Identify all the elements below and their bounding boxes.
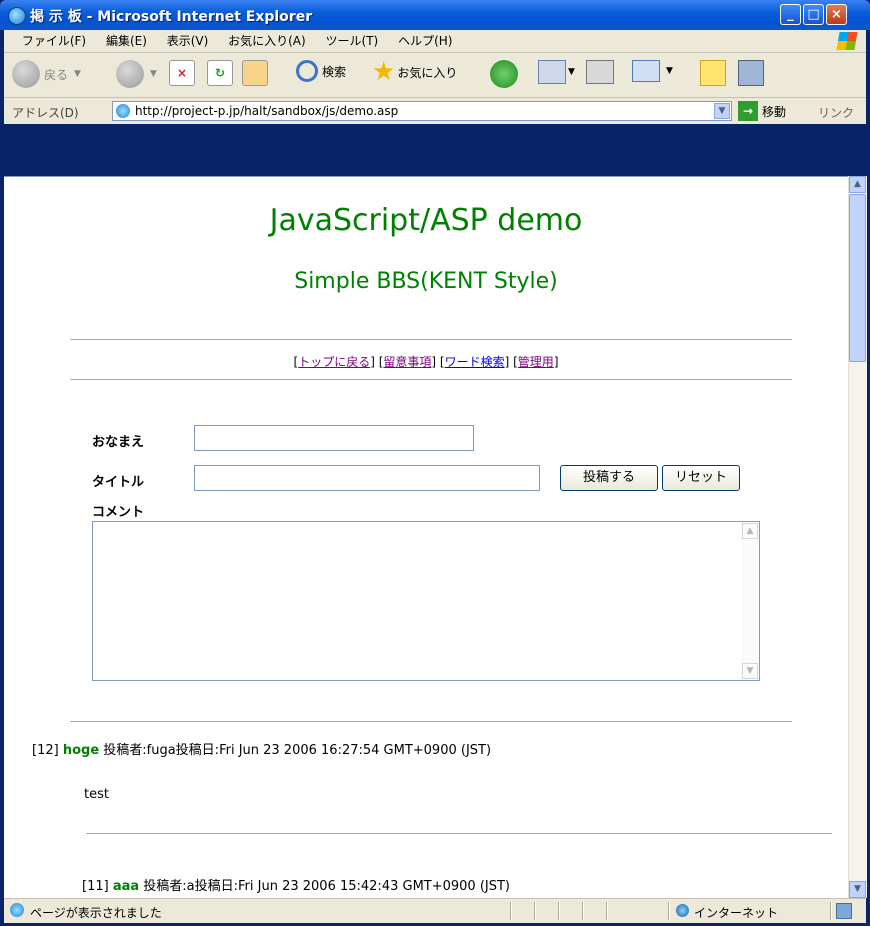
name-label: おなまえ <box>92 435 145 450</box>
minimize-button[interactable]: _ <box>780 4 801 25</box>
post-number: [12] <box>32 743 59 758</box>
search-icon <box>296 60 318 82</box>
forward-dropdown-icon[interactable]: ▼ <box>150 69 157 79</box>
links-label[interactable]: リンク <box>818 104 854 121</box>
print-icon[interactable] <box>586 60 614 84</box>
maximize-button[interactable]: □ <box>803 4 824 25</box>
title-bar: 掲 示 板 - Microsoft Internet Explorer _ □ … <box>0 0 870 30</box>
scroll-up-icon[interactable]: ▲ <box>742 523 758 539</box>
post-number: [11] <box>82 879 109 894</box>
messenger-icon[interactable] <box>738 60 764 86</box>
title-label: タイトル <box>92 475 145 490</box>
back-arrow-icon <box>12 60 40 88</box>
internet-zone-icon <box>676 904 689 917</box>
link-top[interactable]: トップに戻る <box>298 355 370 369</box>
title-input[interactable] <box>194 465 540 491</box>
home-icon[interactable] <box>242 60 268 86</box>
refresh-icon[interactable]: ↻ <box>207 60 233 86</box>
reset-button[interactable]: リセット <box>662 465 740 491</box>
history-icon[interactable] <box>490 60 518 88</box>
menu-bar: ファイル(F) 編集(E) 表示(V) お気に入り(A) ツール(T) ヘルプ(… <box>4 30 866 53</box>
standard-toolbar: 戻る ▼ ▼ × ↻ 検索 ★ お気に入り ▼ ▼ <box>4 53 866 98</box>
status-bar: ページが表示されました インターネット <box>4 898 866 923</box>
divider <box>70 379 792 381</box>
scroll-down-icon[interactable]: ▼ <box>849 881 866 898</box>
menu-edit[interactable]: 編集(E) <box>98 30 155 52</box>
comment-label: コメント <box>92 505 145 520</box>
forward-button[interactable]: ▼ <box>116 60 157 88</box>
browser-chrome: ファイル(F) 編集(E) 表示(V) お気に入り(A) ツール(T) ヘルプ(… <box>4 30 866 124</box>
page-icon <box>116 104 130 118</box>
post-meta: 投稿者:fuga投稿日:Fri Jun 23 2006 16:27:54 GMT… <box>99 743 492 758</box>
mail-icon <box>538 60 566 84</box>
go-button[interactable]: → 移動 <box>738 101 786 121</box>
post-header: [11] aaa 投稿者:a投稿日:Fri Jun 23 2006 15:42:… <box>82 875 510 894</box>
search-button[interactable]: 検索 <box>296 60 346 82</box>
back-button[interactable]: 戻る ▼ <box>12 60 81 88</box>
back-label: 戻る <box>44 67 69 82</box>
divider <box>70 339 792 341</box>
address-label: アドレス(D) <box>12 106 79 120</box>
menu-tools[interactable]: ツール(T) <box>318 30 387 52</box>
stop-icon[interactable]: × <box>169 60 195 86</box>
edit-button[interactable]: ▼ <box>632 60 673 82</box>
textarea-scrollbar[interactable]: ▲ ▼ <box>741 522 759 680</box>
zone-text: インターネット <box>694 906 779 920</box>
post-title: aaa <box>112 879 140 894</box>
post-header: [12] hoge 投稿者:fuga投稿日:Fri Jun 23 2006 16… <box>32 739 491 758</box>
page-title: JavaScript/ASP demo <box>269 203 583 238</box>
link-notes[interactable]: 留意事項 <box>383 355 431 369</box>
post-body: test <box>84 787 109 802</box>
name-input[interactable] <box>194 425 474 451</box>
menu-help[interactable]: ヘルプ(H) <box>390 30 460 52</box>
close-button[interactable]: × <box>826 4 847 25</box>
page-viewport: JavaScript/ASP demo Simple BBS(KENT Styl… <box>4 176 848 899</box>
resize-grip-icon[interactable] <box>836 903 852 919</box>
address-dropdown-icon[interactable]: ▼ <box>714 103 730 119</box>
nav-links: [トップに戻る] [留意事項] [ワード検索] [管理用] <box>293 355 559 369</box>
scroll-up-icon[interactable]: ▲ <box>849 176 866 193</box>
address-input[interactable]: http://project-p.jp/halt/sandbox/js/demo… <box>112 101 732 121</box>
divider <box>70 721 792 723</box>
ie-icon <box>8 7 26 25</box>
link-word-search[interactable]: ワード検索 <box>445 355 505 369</box>
scroll-thumb[interactable] <box>849 194 866 362</box>
window-title: 掲 示 板 - Microsoft Internet Explorer <box>30 9 313 25</box>
back-dropdown-icon[interactable]: ▼ <box>74 69 81 79</box>
menu-view[interactable]: 表示(V) <box>159 30 217 52</box>
page-scrollbar[interactable]: ▲ ▼ <box>848 176 867 898</box>
edit-icon <box>632 60 660 82</box>
go-arrow-icon: → <box>738 101 758 121</box>
address-bar: アドレス(D) http://project-p.jp/halt/sandbox… <box>4 98 866 124</box>
comment-textarea[interactable]: ▲ ▼ <box>92 521 760 681</box>
search-label: 検索 <box>322 64 347 79</box>
favorites-label: お気に入り <box>397 65 458 80</box>
link-admin[interactable]: 管理用 <box>518 355 554 369</box>
favorites-star-icon: ★ <box>372 57 396 87</box>
page-icon <box>10 903 24 917</box>
menu-favorites[interactable]: お気に入り(A) <box>220 30 314 52</box>
submit-button[interactable]: 投稿する <box>560 465 658 491</box>
scroll-down-icon[interactable]: ▼ <box>742 663 758 679</box>
menu-file[interactable]: ファイル(F) <box>14 30 94 52</box>
discuss-icon[interactable] <box>700 60 726 86</box>
forward-arrow-icon <box>116 60 144 88</box>
go-label: 移動 <box>762 104 787 119</box>
post-title: hoge <box>62 743 100 758</box>
mail-button[interactable]: ▼ <box>538 60 575 84</box>
divider <box>86 833 832 835</box>
address-url[interactable]: http://project-p.jp/halt/sandbox/js/demo… <box>135 104 398 118</box>
page-subtitle: Simple BBS(KENT Style) <box>294 269 558 294</box>
favorites-button[interactable]: ★ お気に入り <box>372 57 458 87</box>
windows-logo-icon <box>836 32 858 50</box>
status-text: ページが表示されました <box>30 906 162 920</box>
post-meta: 投稿者:a投稿日:Fri Jun 23 2006 15:42:43 GMT+09… <box>139 879 510 894</box>
